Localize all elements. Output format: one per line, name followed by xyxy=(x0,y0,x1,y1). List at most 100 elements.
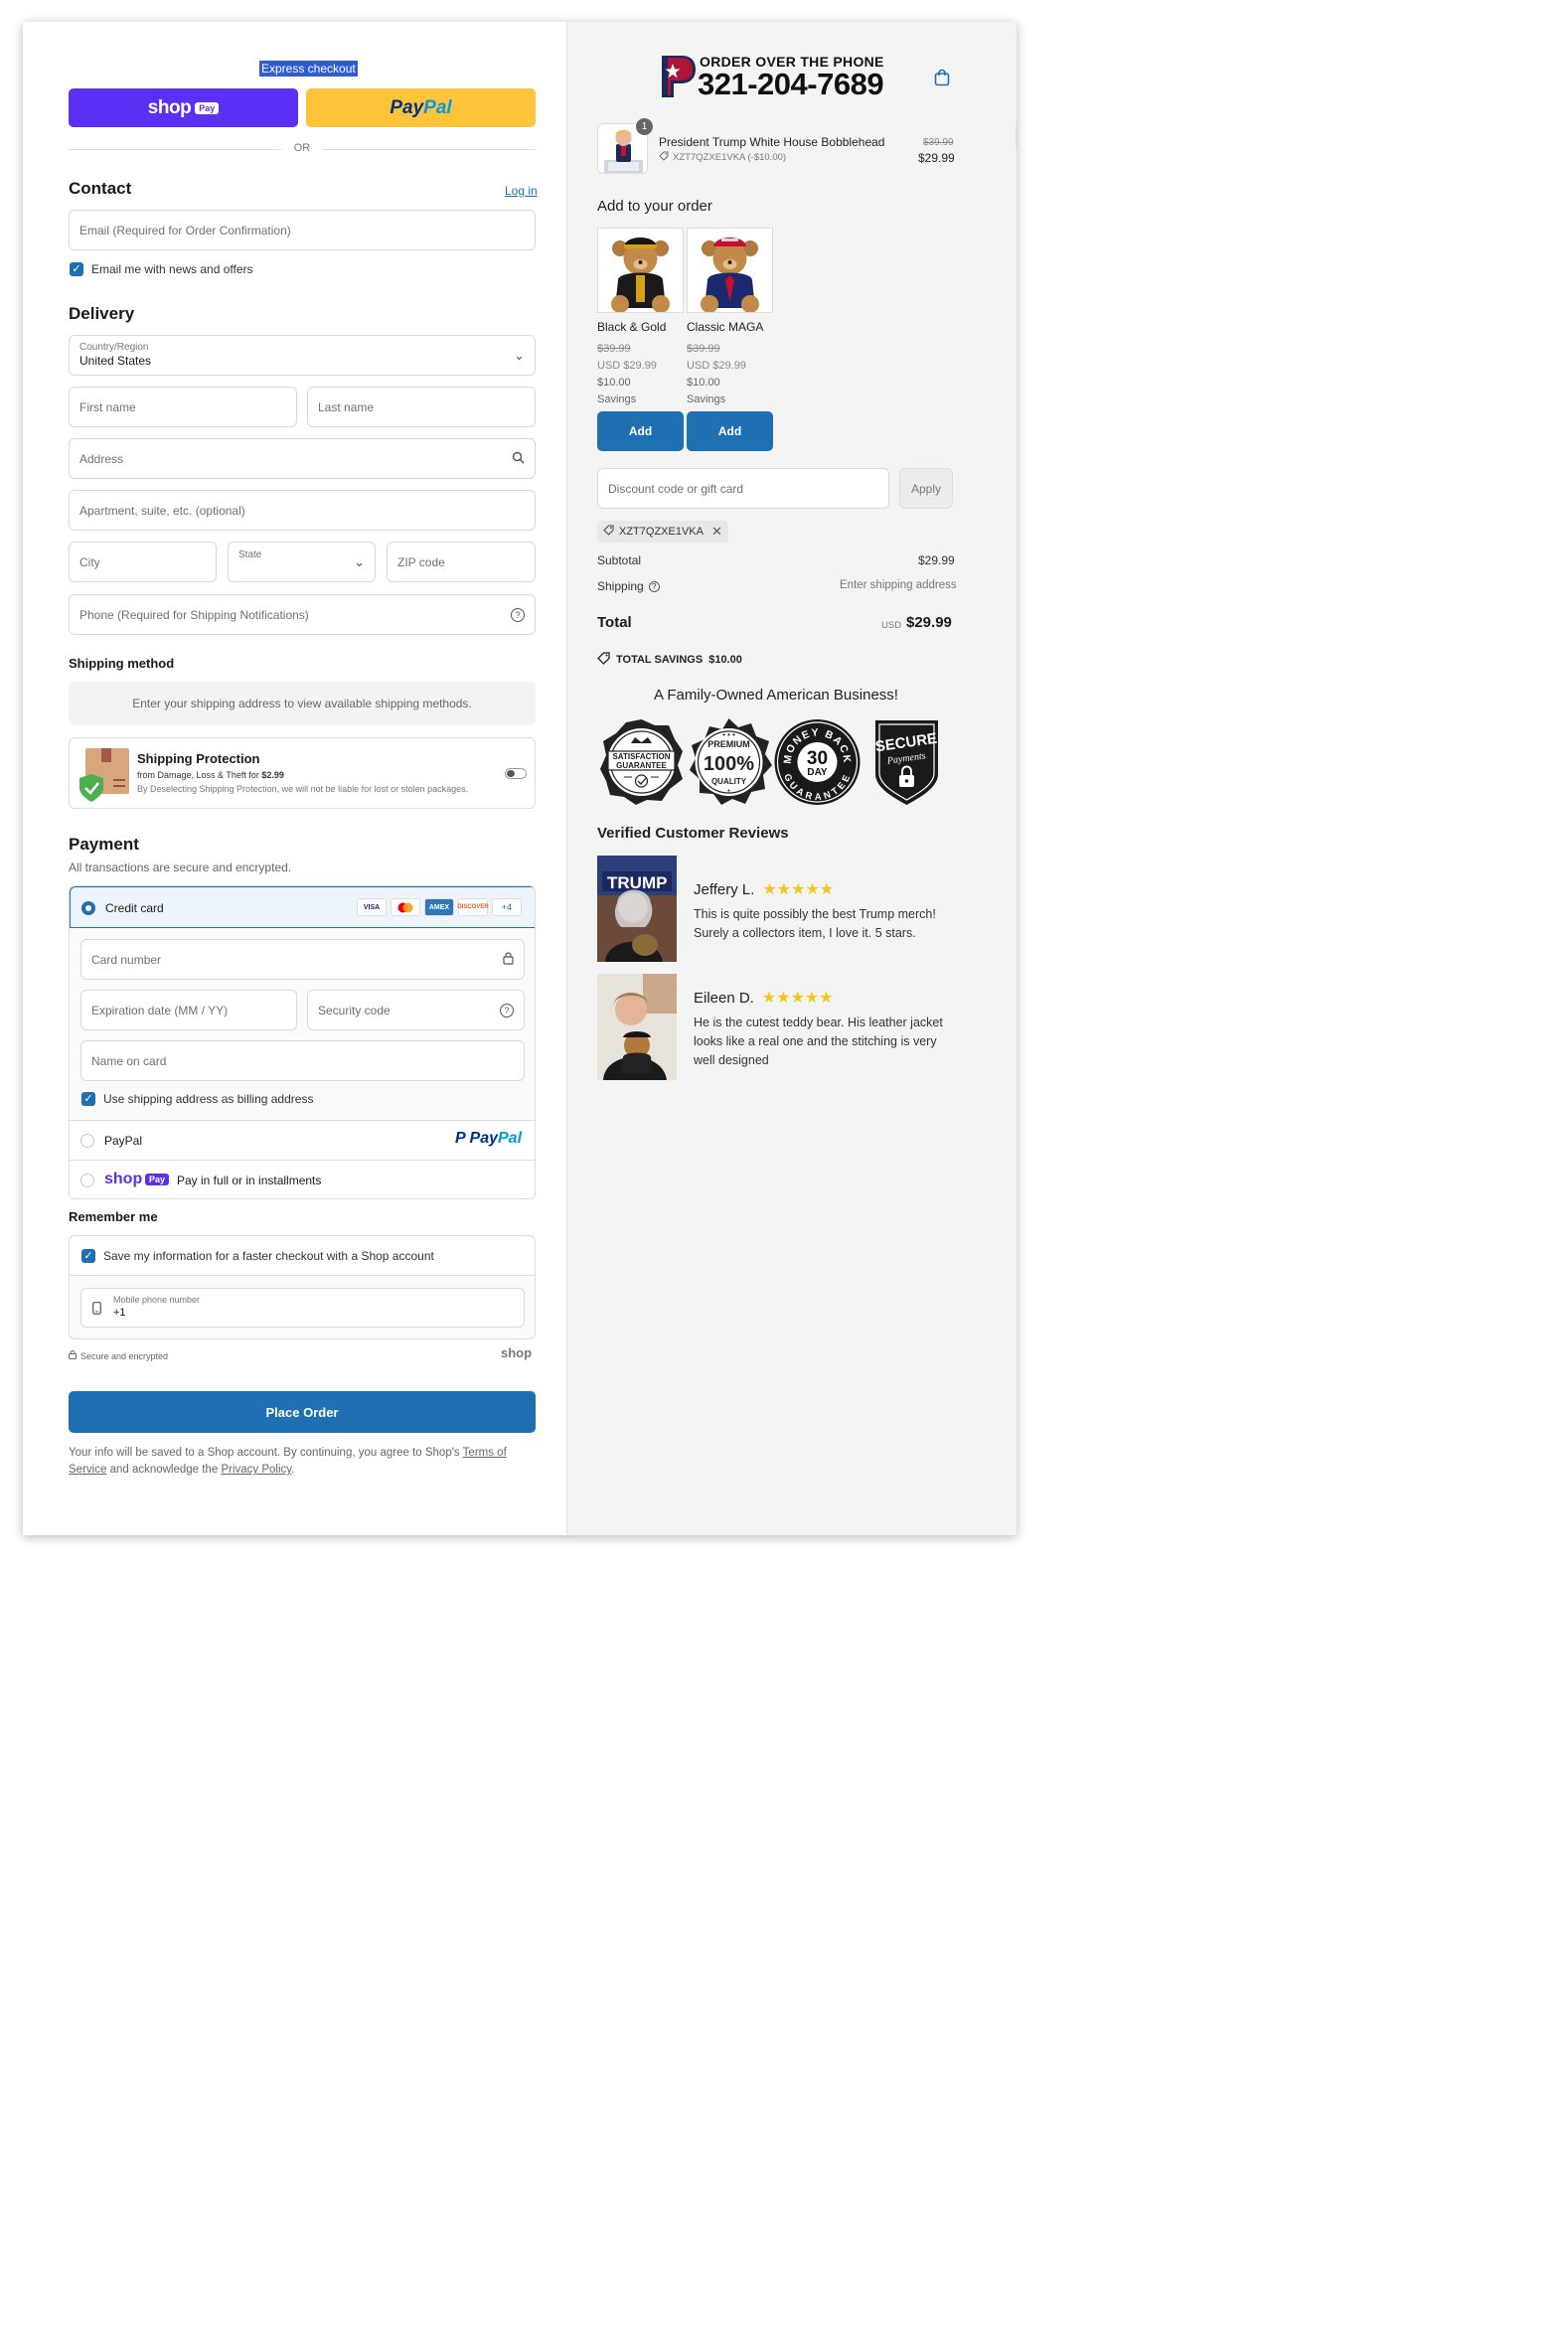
svg-text:• • •: • • • xyxy=(722,730,735,739)
lock-icon xyxy=(503,951,514,968)
country-label: Country/Region xyxy=(79,342,149,353)
shop-pay-radio[interactable] xyxy=(80,1174,94,1187)
help-icon[interactable]: ? xyxy=(648,580,660,592)
country-select[interactable]: Country/Region United States ⌄ xyxy=(69,335,536,376)
star-icon: ★ xyxy=(776,990,791,1007)
billing-same-checkbox[interactable]: ✓ xyxy=(81,1092,95,1106)
discount-code-placeholder: Discount code or gift card xyxy=(608,481,744,496)
badge-money-back-line2: 30 xyxy=(807,748,828,769)
trust-headline: A Family-Owned American Business! xyxy=(654,687,898,704)
star-icon: ★ xyxy=(791,881,806,898)
place-order-label: Place Order xyxy=(265,1404,339,1420)
apply-discount-button[interactable]: Apply xyxy=(899,468,953,509)
cart-item-discount: XZT7QZXE1VKA (-$10.00) xyxy=(659,151,786,164)
or-label: OR xyxy=(293,142,311,154)
tag-icon xyxy=(659,151,669,164)
billing-same-option[interactable]: ✓ Use shipping address as billing addres… xyxy=(81,1092,313,1106)
checkout-page: Express checkout shop Pay Pay Pal OR Cont… xyxy=(23,22,1017,1535)
mobile-phone-field[interactable]: Mobile phone number +1 xyxy=(80,1288,525,1328)
save-info-checkbox[interactable]: ✓ xyxy=(81,1249,95,1263)
paypal-option[interactable]: PayPal P PayPal xyxy=(70,1120,535,1160)
first-name-field[interactable]: First name xyxy=(69,387,297,427)
reviewer-name: Eileen D. xyxy=(694,989,754,1007)
remember-me-title: Remember me xyxy=(69,1209,158,1224)
paypal-logo-pay: Pay xyxy=(390,96,424,118)
billing-same-label: Use shipping address as billing address xyxy=(103,1092,314,1106)
city-field[interactable]: City xyxy=(69,542,217,582)
badge-satisfaction-line2: GUARANTEE xyxy=(616,761,667,770)
paypal-option-label: PayPal xyxy=(104,1134,143,1148)
or-divider: OR xyxy=(69,142,536,156)
state-select[interactable]: State ⌄ xyxy=(228,542,376,582)
name-on-card-field[interactable]: Name on card xyxy=(80,1040,525,1081)
premium-quality-badge: • • • PREMIUM 100% QUALITY • xyxy=(686,717,772,807)
phone-number[interactable]: 321-204-7689 xyxy=(698,67,884,102)
shop-pay-option-logo: shop xyxy=(104,1171,143,1187)
address-field[interactable]: Address xyxy=(69,438,536,479)
save-info-option[interactable]: ✓ Save my information for a faster check… xyxy=(81,1249,434,1263)
add-black-gold-button[interactable]: Add xyxy=(597,411,684,451)
total-savings: TOTAL SAVINGS $10.00 xyxy=(597,652,742,668)
total-savings-label: TOTAL SAVINGS xyxy=(616,654,704,666)
zip-field[interactable]: ZIP code xyxy=(387,542,536,582)
credit-card-option[interactable]: Credit card VISA AMEX DISCOVER +4 xyxy=(70,886,535,928)
shipping-value: Enter shipping address xyxy=(840,579,957,591)
cart-item-old-price: $39.99 xyxy=(923,137,954,148)
total-value: $29.99 xyxy=(906,614,952,631)
shipping-row: Shipping ? xyxy=(597,579,660,593)
expiry-field[interactable]: Expiration date (MM / YY) xyxy=(80,990,297,1030)
privacy-link[interactable]: Privacy Policy xyxy=(221,1464,291,1476)
last-name-placeholder: Last name xyxy=(318,399,375,414)
card-number-placeholder: Card number xyxy=(91,952,162,967)
phone-field[interactable]: Phone (Required for Shipping Notificatio… xyxy=(69,594,536,635)
upsell-title: Add to your order xyxy=(597,198,712,215)
credit-card-radio[interactable] xyxy=(81,901,95,915)
help-icon[interactable]: ? xyxy=(511,607,525,622)
help-icon[interactable]: ? xyxy=(500,1003,514,1018)
paypal-option-logo-pal: Pal xyxy=(498,1130,523,1147)
payment-methods-box: Credit card VISA AMEX DISCOVER +4 Card n… xyxy=(69,885,536,1199)
secure-encrypted-note: Secure and encrypted xyxy=(69,1350,168,1361)
email-placeholder: Email (Required for Order Confirmation) xyxy=(79,223,291,237)
scrollbar-thumb[interactable] xyxy=(1016,125,1017,147)
reviewer-photo xyxy=(597,974,677,1080)
teddy-bear-black-gold-image xyxy=(597,228,684,313)
discount-code-field[interactable]: Discount code or gift card xyxy=(597,468,889,509)
apartment-field[interactable]: Apartment, suite, etc. (optional) xyxy=(69,490,536,531)
security-code-field[interactable]: Security code ? xyxy=(307,990,525,1030)
protection-toggle[interactable] xyxy=(505,768,527,779)
chevron-down-icon: ⌄ xyxy=(514,347,525,363)
express-checkout-label: Express checkout xyxy=(259,61,358,77)
badge-money-back-line3: DAY xyxy=(807,767,828,778)
shopping-bag-icon[interactable] xyxy=(934,69,950,91)
last-name-field[interactable]: Last name xyxy=(307,387,536,427)
login-link[interactable]: Log in xyxy=(505,184,538,198)
email-field[interactable]: Email (Required for Order Confirmation) xyxy=(69,210,536,250)
upsell-item-name: Black & Gold xyxy=(597,320,667,334)
paypal-logo-p-icon: P xyxy=(455,1130,466,1147)
newsletter-option[interactable]: ✓ Email me with news and offers xyxy=(70,262,253,276)
add-classic-maga-button[interactable]: Add xyxy=(687,411,773,451)
star-icon: ★ xyxy=(804,990,820,1007)
shop-pay-option-tag: Pay xyxy=(145,1174,170,1185)
card-number-field[interactable]: Card number xyxy=(80,939,525,980)
amex-icon: AMEX xyxy=(424,898,454,916)
rating-stars: ★★★★★ xyxy=(762,879,834,899)
paypal-logo-pal: Pal xyxy=(423,96,452,118)
paypal-radio[interactable] xyxy=(80,1134,94,1148)
paypal-express-button[interactable]: Pay Pal xyxy=(306,88,536,127)
shop-pay-tag: Pay xyxy=(195,101,220,114)
upsell-item-classic-maga: Classic MAGA $39.99 USD $29.99 $10.00 Sa… xyxy=(687,228,773,451)
shop-pay-button[interactable]: shop Pay xyxy=(69,88,298,127)
place-order-button[interactable]: Place Order xyxy=(69,1391,536,1433)
order-summary-column: ORDER OVER THE PHONE 321-204-7689 1 Pres… xyxy=(566,22,1017,1535)
city-placeholder: City xyxy=(79,554,100,569)
badge-satisfaction-line1: SATISFACTION xyxy=(612,752,670,761)
close-icon[interactable]: ✕ xyxy=(711,524,722,540)
address-placeholder: Address xyxy=(79,451,124,466)
shop-pay-option[interactable]: shop Pay Pay in full or in installments xyxy=(70,1160,535,1198)
expiry-placeholder: Expiration date (MM / YY) xyxy=(91,1003,229,1018)
visa-icon: VISA xyxy=(357,898,387,916)
newsletter-checkbox[interactable]: ✓ xyxy=(70,262,83,276)
protection-title: Shipping Protection xyxy=(137,751,260,766)
